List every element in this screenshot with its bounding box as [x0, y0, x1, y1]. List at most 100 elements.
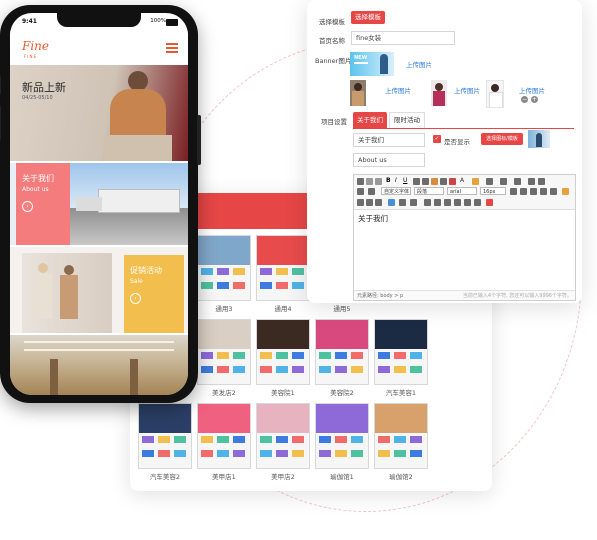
row-spacing-icon[interactable] — [538, 178, 545, 185]
align-justify-icon[interactable] — [550, 188, 557, 195]
line-height-icon[interactable] — [368, 188, 375, 195]
upload-image-link-3[interactable]: 上传图片 — [454, 85, 480, 95]
align-left-icon[interactable] — [520, 188, 527, 195]
upload-image-link-1[interactable]: 上传图片 — [406, 59, 432, 69]
redo-icon[interactable] — [375, 178, 382, 185]
template-card[interactable]: 汽车美容1 — [374, 319, 428, 397]
merge-cells-icon[interactable] — [454, 199, 461, 206]
font-size-select[interactable]: 16px — [480, 187, 506, 195]
upload-image-link-4[interactable]: 上传图片 — [519, 85, 545, 95]
banner-image-3[interactable] — [431, 80, 447, 106]
source-icon[interactable] — [357, 178, 364, 185]
strikethrough-icon[interactable] — [413, 178, 420, 185]
video-icon[interactable] — [410, 199, 417, 206]
highlight-icon[interactable] — [472, 178, 479, 185]
item-title-input[interactable]: 关于我们 — [353, 133, 425, 147]
underline-icon[interactable]: U — [403, 177, 407, 184]
template-thumbnail[interactable] — [256, 319, 310, 385]
template-thumbnail[interactable] — [197, 403, 251, 469]
arrow-right-icon[interactable]: › — [22, 201, 33, 212]
template-tile — [276, 436, 288, 443]
template-thumbnail[interactable] — [138, 403, 192, 469]
editor-content[interactable]: 关于我们 — [358, 213, 388, 224]
font-color-icon[interactable]: A — [460, 177, 464, 184]
show-checkbox[interactable]: ✓ — [433, 135, 441, 143]
clear-format-icon[interactable] — [449, 178, 456, 185]
promo-card[interactable]: 促销活动 Sale › — [124, 255, 184, 333]
clear-doc-icon[interactable] — [528, 178, 535, 185]
menu-icon[interactable] — [166, 43, 178, 53]
template-tile — [319, 352, 331, 359]
template-thumbnail[interactable] — [256, 235, 310, 301]
rich-text-editor[interactable]: B I U A 自定义字体 段落 arial 16px 关于我们 元素路径: b… — [353, 174, 576, 301]
font-select[interactable]: 自定义字体 — [381, 187, 411, 195]
undo-icon[interactable] — [366, 178, 373, 185]
unordered-list-icon[interactable] — [500, 178, 507, 185]
emotion-icon[interactable] — [399, 199, 406, 206]
align-right-icon[interactable] — [540, 188, 547, 195]
template-card[interactable]: 美发店2 — [197, 319, 251, 397]
item-english-input[interactable]: About us — [353, 153, 425, 167]
status-battery: 100% — [150, 18, 166, 24]
template-tile — [201, 352, 213, 359]
template-banner — [198, 320, 250, 349]
ordered-list-icon[interactable] — [486, 178, 493, 185]
template-thumbnail[interactable] — [197, 319, 251, 385]
template-thumbnail[interactable] — [374, 319, 428, 385]
italic-icon[interactable]: I — [395, 177, 397, 184]
format-brush-icon[interactable] — [431, 178, 438, 185]
add-banner-icon[interactable]: + — [531, 96, 538, 103]
banner-image-1[interactable]: NEW — [350, 52, 394, 76]
image-icon[interactable] — [388, 199, 395, 206]
template-thumbnail[interactable] — [256, 403, 310, 469]
banner-image-4[interactable] — [486, 80, 504, 108]
bold-icon[interactable]: B — [386, 177, 391, 184]
insert-row-icon[interactable] — [434, 199, 441, 206]
site-name-input[interactable]: fine女装 — [351, 31, 455, 45]
template-card[interactable]: 通用3 — [197, 235, 251, 313]
template-card[interactable]: 瑜伽馆2 — [374, 403, 428, 481]
remove-banner-icon[interactable]: − — [521, 96, 528, 103]
tab-promo[interactable]: 限时活动 — [389, 112, 425, 128]
paragraph-icon[interactable] — [357, 188, 364, 195]
banner-image-2[interactable] — [350, 80, 366, 106]
phone-side-button — [0, 105, 1, 141]
template-thumbnail[interactable] — [315, 319, 369, 385]
choose-template-button[interactable]: 选择模板 — [351, 11, 385, 24]
align-center-icon[interactable] — [530, 188, 537, 195]
tab-about-us[interactable]: 关于我们 — [353, 112, 387, 128]
template-body — [257, 432, 309, 468]
template-card[interactable]: 汽车美容2 — [138, 403, 192, 481]
template-card[interactable]: 美甲店1 — [197, 403, 251, 481]
split-cells-icon[interactable] — [464, 199, 471, 206]
template-card[interactable]: 美甲店2 — [256, 403, 310, 481]
template-thumbnail[interactable] — [197, 235, 251, 301]
blockquote-icon[interactable] — [440, 178, 447, 185]
select-all-icon[interactable] — [514, 178, 521, 185]
font-family-select[interactable]: arial — [447, 187, 477, 195]
about-card[interactable]: 关于我们 About us › — [16, 163, 70, 245]
template-tile — [292, 268, 304, 275]
indent-icon[interactable] — [510, 188, 517, 195]
template-card[interactable]: 美容院1 — [256, 319, 310, 397]
arrow-right-icon[interactable]: › — [130, 293, 141, 304]
hero-banner[interactable]: 新品上新 04/25-05/10 — [10, 65, 188, 161]
template-card[interactable]: 美容院2 — [315, 319, 369, 397]
link-icon[interactable] — [357, 199, 364, 206]
table-icon[interactable] — [424, 199, 431, 206]
insert-col-icon[interactable] — [444, 199, 451, 206]
heading-select[interactable]: 段落 — [414, 187, 444, 195]
direction-icon[interactable] — [562, 188, 569, 195]
choose-icon-button[interactable]: 选择图标/模板 — [481, 133, 523, 145]
upload-image-link-2[interactable]: 上传图片 — [385, 85, 411, 95]
anchor-icon[interactable] — [375, 199, 382, 206]
print-icon[interactable] — [486, 199, 493, 206]
superscript-icon[interactable] — [422, 178, 429, 185]
delete-table-icon[interactable] — [474, 199, 481, 206]
unlink-icon[interactable] — [366, 199, 373, 206]
template-card[interactable]: 瑜伽馆1 — [315, 403, 369, 481]
site-logo[interactable]: Fine — [22, 39, 49, 53]
template-thumbnail[interactable] — [374, 403, 428, 469]
template-thumbnail[interactable] — [315, 403, 369, 469]
template-card[interactable]: 通用4 — [256, 235, 310, 313]
